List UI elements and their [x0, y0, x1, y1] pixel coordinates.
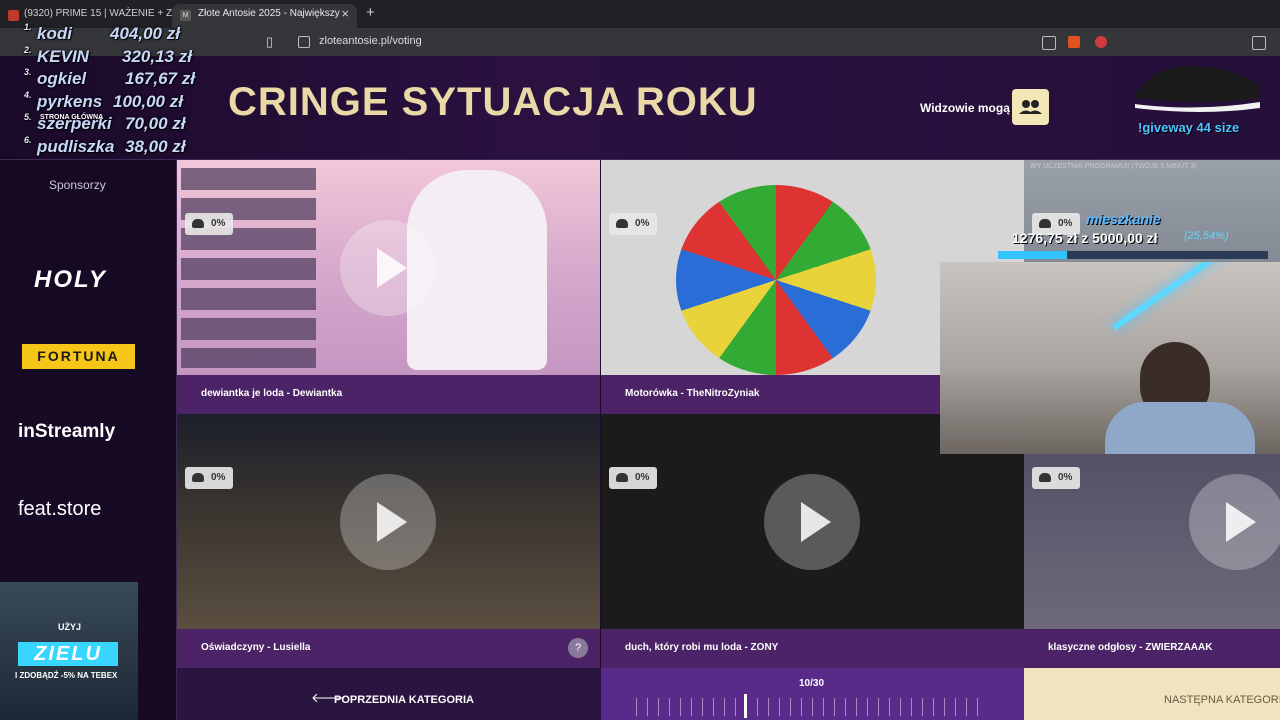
site-favicon-icon: M: [180, 10, 191, 21]
top-donations-list: 1. kodi 404,00 zł 2. KEVIN 320,13 zł 3. ogkie…: [20, 22, 196, 160]
brave-shields-icon[interactable]: [1068, 36, 1080, 48]
vote-percent: 0%: [635, 218, 650, 229]
tab-title: Złote Antosie 2025 - Największy: [198, 8, 340, 19]
donation-rank: 5.: [24, 112, 32, 122]
vote-percent: 0%: [1058, 472, 1073, 483]
progress-label: 10/30: [799, 678, 825, 689]
people-icon: [1039, 473, 1051, 482]
extensions-icon[interactable]: [1252, 36, 1266, 50]
donor-name: KEVIN: [37, 46, 89, 66]
category-title: CRINGE SYTUACJA ROKU: [228, 80, 758, 124]
share-icon[interactable]: [1042, 36, 1056, 50]
donation-row: 4. pyrkens 100,00 zł: [20, 89, 196, 115]
vote-percent-badge: 0%: [185, 467, 234, 489]
goal-progress-fill: [998, 251, 1067, 259]
prize-wheel: [676, 185, 876, 375]
tab-title: (9320) PRIME 15 | WAŻENIE + ZA: [24, 8, 179, 19]
people-icon: [192, 473, 204, 482]
play-icon[interactable]: [340, 220, 436, 316]
sponsor-holy-logo[interactable]: HOLY: [34, 266, 107, 294]
url-text[interactable]: zloteantosie.pl/voting: [319, 35, 422, 47]
donation-amount: 404,00 zł: [110, 24, 180, 43]
help-icon[interactable]: ?: [568, 638, 588, 658]
play-icon[interactable]: [340, 474, 436, 570]
close-tab-icon[interactable]: ×: [341, 4, 349, 24]
people-icon: [192, 219, 204, 228]
card-title: Motorówka - TheNitroZyniak: [625, 388, 760, 399]
card-title: Oświadczyny - Lusiella: [201, 642, 311, 653]
people-icon: [616, 219, 628, 228]
next-category-label: NASTĘPNA KATEGORIA: [1164, 694, 1280, 706]
goal-amount: 1276,75 zł z 5000,00 zł: [1012, 230, 1158, 246]
card-caption: Oświadczyny - Lusiella?: [177, 629, 600, 668]
promo-code: ZIELU: [18, 642, 118, 666]
donation-rank: 6.: [24, 134, 32, 145]
donation-amount: 320,13 zł: [122, 46, 192, 66]
rewards-icon[interactable]: [1095, 36, 1107, 48]
video-card[interactable]: 0% Oświadczyny - Lusiella?: [177, 414, 600, 668]
donation-amount: 100,00 zł: [113, 91, 183, 111]
donor-name: kodi: [37, 24, 72, 43]
donation-rank: 1.: [24, 22, 32, 32]
viewers-label: Widzowie mogą: [920, 101, 1010, 115]
donation-amount: 70,00 zł: [125, 114, 186, 133]
card-title: klasyczne odgłosy - ZWIERZAAAK: [1048, 642, 1213, 653]
progress-marker: [744, 694, 747, 718]
goal-progress-bar: [998, 251, 1268, 259]
vote-percent: 0%: [635, 472, 650, 483]
home-page-label: STRONA GŁÓWNA: [40, 114, 104, 121]
sponsor-fortuna-logo[interactable]: FORTUNA: [22, 344, 135, 369]
card-caption: klasyczne odgłosy - ZWIERZAAAK: [1024, 629, 1280, 668]
vote-percent-badge: 0%: [1032, 467, 1081, 489]
person-body: [1105, 402, 1255, 454]
previous-category-label: POPRZEDNIA KATEGORIA: [334, 694, 474, 706]
donation-amount: 38,00 zł: [125, 136, 186, 156]
promo-subtitle: I ZDOBĄDŹ -5% NA TEBEX: [15, 671, 118, 680]
goal-name: mieszkanie: [1086, 211, 1161, 227]
card-caption: duch, który robi mu loda - ZONY: [601, 629, 1024, 668]
sneaker-image: [1135, 65, 1260, 112]
giveaway-command: !giveway 44 size: [1138, 120, 1240, 135]
speaker-muted-icon: [8, 10, 19, 21]
sponsors-title: Sponsorzy: [49, 178, 106, 192]
play-icon[interactable]: [1189, 474, 1280, 570]
donation-row: 6. pudliszka 38,00 zł: [20, 134, 196, 160]
donation-row: 3. ogkiel 167,67 zł: [20, 67, 196, 92]
progress-ticks: [636, 698, 986, 716]
tab-zlote-antosie[interactable]: M Złote Antosie 2025 - Największy ×: [172, 4, 357, 28]
goal-percent: (25,54%): [1184, 230, 1229, 242]
viewers-group-button[interactable]: [1012, 89, 1049, 125]
promo-label: UŻYJ: [58, 622, 82, 632]
donation-rank: 2.: [24, 44, 32, 55]
goal-title: WY UCZESTNIK PROGRAMU!! (TWOJE 6 MINUT 3…: [1030, 163, 1197, 170]
chat-overlay: [181, 168, 316, 368]
card-caption: dewiantka je loda - Dewiantka: [177, 375, 600, 414]
donor-name: pudliszka: [37, 136, 115, 156]
sponsor-instreamly-logo[interactable]: inStreamly: [18, 421, 115, 443]
video-card[interactable]: 0% dewiantka je loda - Dewiantka: [177, 160, 600, 414]
donation-row: 1. kodi 404,00 zł: [20, 22, 196, 47]
bookmark-icon[interactable]: ▯: [266, 34, 273, 50]
sponsor-featstore-logo[interactable]: feat.store: [18, 498, 101, 521]
vote-percent: 0%: [211, 472, 226, 483]
donor-name: ogkiel: [37, 69, 87, 88]
play-icon[interactable]: [764, 474, 860, 570]
vote-percent-badge: 0%: [185, 213, 234, 235]
donation-rank: 4.: [24, 89, 32, 100]
vote-percent-badge: 0%: [609, 467, 658, 489]
vote-percent: 0%: [211, 218, 226, 229]
donation-rank: 3.: [24, 67, 32, 77]
led-light: [1111, 262, 1239, 331]
card-title: duch, który robi mu loda - ZONY: [625, 642, 779, 653]
site-info-icon[interactable]: [298, 36, 310, 48]
donation-row: 2. KEVIN 320,13 zł: [20, 44, 196, 70]
donation-amount: 167,67 zł: [125, 69, 195, 88]
people-icon: [616, 473, 628, 482]
card-title: dewiantka je loda - Dewiantka: [201, 388, 343, 399]
donor-name: pyrkens: [37, 91, 103, 111]
vote-percent-badge: 0%: [609, 213, 658, 235]
new-tab-button[interactable]: +: [366, 4, 375, 21]
people-icon: [1019, 100, 1042, 114]
streamer-webcam: [940, 262, 1280, 454]
